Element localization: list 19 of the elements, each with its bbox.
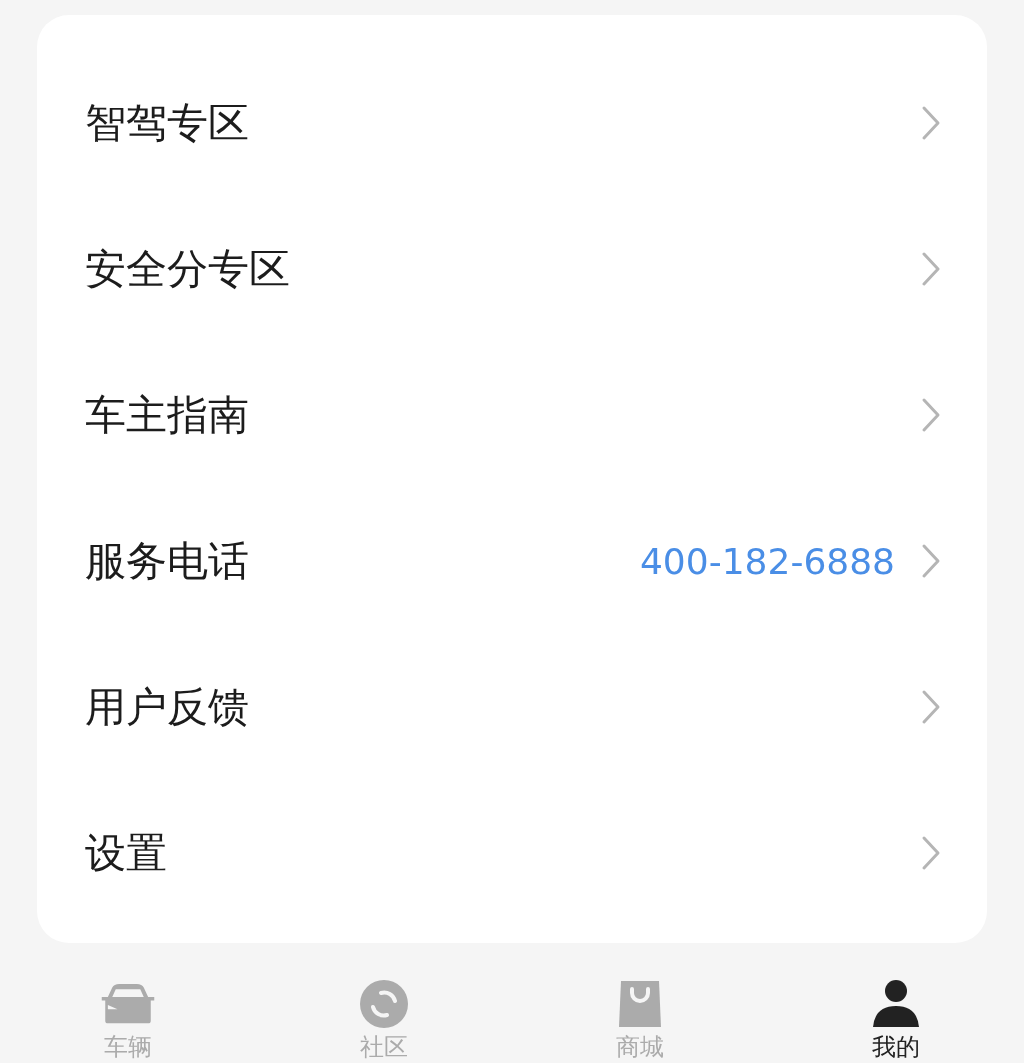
menu-item[interactable]: 智驾专区 (37, 50, 987, 196)
menu-item[interactable]: 服务电话 400-182-6888 (37, 488, 987, 634)
nav-tab[interactable]: 我的 (768, 979, 1024, 1061)
chevron-icon (921, 689, 941, 725)
menu-label: 服务电话 (85, 535, 250, 587)
menu-label: 安全分专区 (85, 243, 291, 295)
menu-item[interactable]: 用户反馈 (37, 634, 987, 780)
chevron-icon (921, 835, 941, 871)
menu-label: 用户反馈 (85, 681, 250, 733)
chevron-icon (921, 543, 941, 579)
menu-label: 智驾专区 (85, 97, 250, 149)
menu-item[interactable]: 设置 (37, 780, 987, 926)
chevron-icon (921, 105, 941, 141)
chevron-icon (921, 251, 941, 287)
menu-label: 车主指南 (85, 389, 250, 441)
menu-item[interactable]: 车主指南 (37, 342, 987, 488)
menu-item[interactable]: 安全分专区 (37, 196, 987, 342)
chevron-icon (921, 397, 941, 433)
menu-label: 设置 (85, 827, 168, 879)
